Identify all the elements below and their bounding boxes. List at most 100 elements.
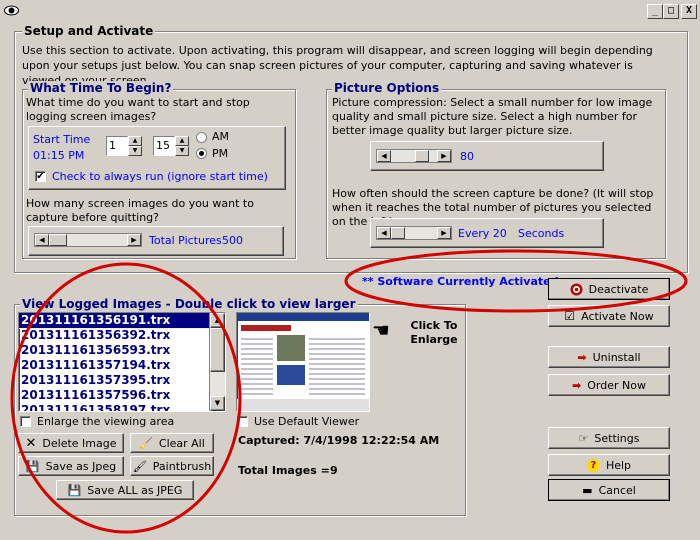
help-label: Help	[605, 458, 632, 472]
deactivate-button[interactable]: Deactivate	[548, 278, 670, 300]
time-question: What time do you want to start and stop …	[26, 96, 250, 123]
activation-status: ** Software Currently Activated	[362, 275, 559, 288]
target-icon	[570, 283, 583, 295]
list-item[interactable]: 201311161356593.trx	[19, 343, 209, 358]
am-radio[interactable]	[196, 132, 207, 143]
always-run-label: Check to always run (ignore start time)	[52, 170, 268, 183]
list-item[interactable]: 201311161357395.trx	[19, 373, 209, 388]
click-to-enlarge-text: Click To Enlarge	[410, 319, 458, 346]
title-bar: _ □ X	[0, 0, 700, 22]
interval-slider[interactable]: ◀ ▶	[376, 226, 452, 240]
minute-up-button[interactable]: ▲	[175, 136, 189, 146]
default-viewer-label: Use Default Viewer	[254, 415, 360, 428]
list-item[interactable]: 201311161356191.trx	[19, 313, 210, 329]
pm-radio[interactable]	[196, 148, 207, 159]
slider-thumb[interactable]	[391, 227, 405, 239]
help-button[interactable]: ? Help	[548, 454, 670, 476]
thumb-footer	[237, 399, 369, 411]
save-all-jpeg-label: Save ALL as JPEG	[87, 483, 183, 497]
file-list-scrollbar[interactable]: ▲ ▼	[209, 313, 225, 411]
uninstall-label: Uninstall	[592, 350, 641, 364]
thumb-banner	[241, 325, 291, 331]
paintbrush-label: Paintbrush	[152, 459, 212, 473]
always-run-checkbox[interactable]: ✔	[35, 171, 46, 182]
hour-input[interactable]: 1	[106, 136, 128, 156]
settings-hand-icon: ☞	[578, 431, 589, 445]
list-item[interactable]: 201311161358197.trx	[19, 403, 209, 411]
slider-thumb[interactable]	[49, 234, 67, 246]
maximize-button[interactable]: □	[663, 4, 679, 19]
hour-up-button[interactable]: ▲	[128, 136, 142, 146]
thumb-text-column	[309, 335, 365, 395]
close-button[interactable]: X	[681, 4, 697, 19]
scroll-right-arrow[interactable]: ▶	[437, 227, 451, 239]
list-item[interactable]: 201311161357596.trx	[19, 388, 209, 403]
captured-timestamp: Captured: 7/4/1998 12:22:54 AM	[238, 434, 440, 447]
default-viewer-checkbox[interactable]	[237, 416, 248, 427]
delete-image-button[interactable]: ✕ Delete Image	[18, 433, 124, 453]
save-all-jpeg-button[interactable]: 💾 Save ALL as JPEG	[56, 480, 194, 500]
thumbnail-preview[interactable]	[236, 312, 370, 412]
deactivate-label: Deactivate	[588, 282, 649, 296]
minute-input[interactable]: 15	[153, 136, 175, 156]
x-icon: ✕	[25, 435, 37, 451]
thumb-photo	[277, 365, 305, 385]
scroll-thumb[interactable]	[210, 328, 225, 372]
picture-options-title: Picture Options	[332, 81, 442, 95]
order-now-label: Order Now	[587, 378, 646, 392]
thumb-photo	[277, 335, 305, 361]
list-item[interactable]: 201311161356392.trx	[19, 328, 209, 343]
pm-label: PM	[212, 147, 229, 160]
total-pictures-label: Total Pictures	[149, 234, 222, 247]
file-list[interactable]: 201311161356191.trx 201311161356392.trx 20…	[18, 312, 226, 412]
enlarge-area-checkbox[interactable]	[20, 416, 31, 427]
cancel-button[interactable]: ▬ Cancel	[548, 479, 670, 501]
time-title: What Time To Begin?	[28, 81, 174, 95]
slider-thumb[interactable]	[415, 150, 429, 162]
list-item[interactable]: 201311161357194.trx	[19, 358, 209, 373]
total-images-label: Total Images =	[238, 464, 330, 477]
thumb-header	[237, 313, 369, 321]
scroll-left-arrow[interactable]: ◀	[35, 234, 49, 246]
total-images-value: 9	[330, 464, 338, 477]
scroll-right-arrow[interactable]: ▶	[437, 150, 451, 162]
floppy-disk-icon: 💾	[67, 483, 82, 497]
pointing-hand-icon: ☚	[372, 318, 390, 342]
minus-icon: ▬	[582, 483, 593, 497]
hour-down-button[interactable]: ▼	[128, 146, 142, 156]
compression-slider[interactable]: ◀ ▶	[376, 149, 452, 163]
enlarge-area-label: Enlarge the viewing area	[37, 415, 175, 428]
setup-title: Setup and Activate	[22, 24, 156, 38]
scroll-up-arrow[interactable]: ▲	[210, 313, 225, 328]
save-jpeg-label: Save as Jpeg	[45, 459, 117, 473]
minute-down-button[interactable]: ▼	[175, 146, 189, 156]
order-now-button[interactable]: ➡ Order Now	[548, 374, 670, 396]
count-question: How many screen images do you want to ca…	[26, 197, 254, 224]
scroll-left-arrow[interactable]: ◀	[377, 227, 391, 239]
floppy-disk-icon: 💾	[25, 459, 40, 473]
eye-app-icon	[4, 5, 19, 16]
settings-button[interactable]: ☞ Settings	[548, 427, 670, 449]
thumb-text-column	[241, 335, 273, 395]
scroll-down-arrow[interactable]: ▼	[210, 396, 225, 411]
compression-value: 80	[460, 150, 474, 163]
paintbrush-button[interactable]: 🖌 Paintbrush	[130, 456, 214, 476]
compression-text: Picture compression: Select a small numb…	[332, 96, 653, 137]
activate-now-button[interactable]: ☑ Activate Now	[548, 305, 670, 327]
settings-label: Settings	[594, 431, 640, 445]
red-arrow-right-icon: ➡	[572, 378, 582, 392]
scroll-right-arrow[interactable]: ▶	[127, 234, 141, 246]
save-jpeg-button[interactable]: 💾 Save as Jpeg	[18, 456, 124, 476]
total-pictures-value: 500	[222, 234, 243, 247]
paintbrush-icon: 🖌	[132, 459, 147, 473]
scroll-left-arrow[interactable]: ◀	[377, 150, 391, 162]
delete-image-label: Delete Image	[42, 436, 117, 450]
total-pictures-slider[interactable]: ◀ ▶	[34, 233, 142, 247]
clear-all-label: Clear All	[158, 436, 205, 450]
start-time-label: Start Time	[33, 133, 91, 146]
minimize-button[interactable]: _	[647, 4, 663, 19]
uninstall-button[interactable]: ➡ Uninstall	[548, 346, 670, 368]
start-time-value: 01:15 PM	[33, 149, 85, 162]
logged-images-title: View Logged Images - Double click to vie…	[20, 297, 358, 311]
clear-all-button[interactable]: 🧹 Clear All	[130, 433, 214, 453]
